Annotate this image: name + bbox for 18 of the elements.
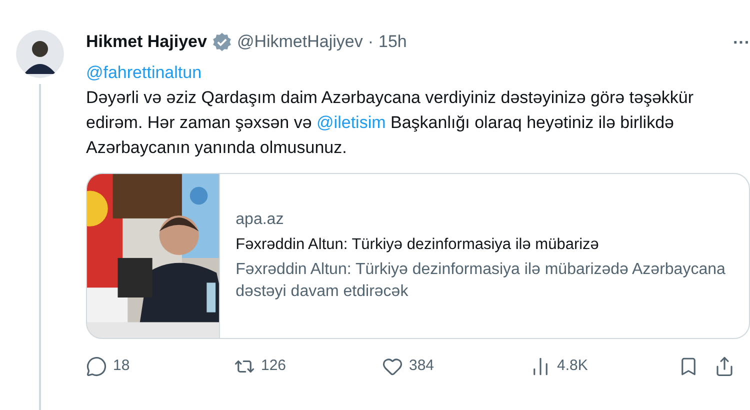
reply-icon (86, 356, 107, 377)
avatar[interactable] (16, 30, 64, 78)
reply-button[interactable]: 18 (86, 355, 234, 378)
share-icon (714, 356, 735, 377)
author-name[interactable]: Hikmet Hajiyev (86, 30, 207, 54)
author-handle[interactable]: @HikmetHajiyev (236, 30, 363, 54)
like-button[interactable]: 384 (382, 355, 530, 378)
retweet-button[interactable]: 126 (234, 355, 382, 378)
link-card[interactable]: apa.az Fəxrəddin Altun: Türkiyə dezinformasiya ilə mübarizə Fəxrəddin Altun: Türkiyə dezinformasiya ilə mübarizədə Azərbaycana dəstəyi davam etdirəcək (86, 173, 750, 339)
more-button[interactable]: ··· (733, 34, 750, 50)
post-time[interactable]: 15h (378, 30, 407, 54)
card-description: Fəxrəddin Altun: Türkiyə dezinformasiya ilə mübarizədə Azərbaycana dəstəyi davam etdirəcək (236, 260, 726, 302)
heart-icon (382, 356, 403, 377)
post-text: Dəyərli və əziz Qardaşım daim Azərbaycana verdiyiniz dəstəyinizə görə təşəkkür edirəm. Hər zaman şəxsən və @iletisim Başkanlığı olaraq heyətiniz ilə birlikdə Azərbaycanın yanında olmusunuz. (86, 87, 695, 159)
card-title: Fəxrəddin Altun: Türkiyə dezinformasiya ilə mübarizə (236, 235, 600, 255)
card-domain: apa.az (236, 210, 285, 230)
views-button[interactable]: 4.8K (530, 355, 678, 378)
separator: · (368, 31, 374, 53)
